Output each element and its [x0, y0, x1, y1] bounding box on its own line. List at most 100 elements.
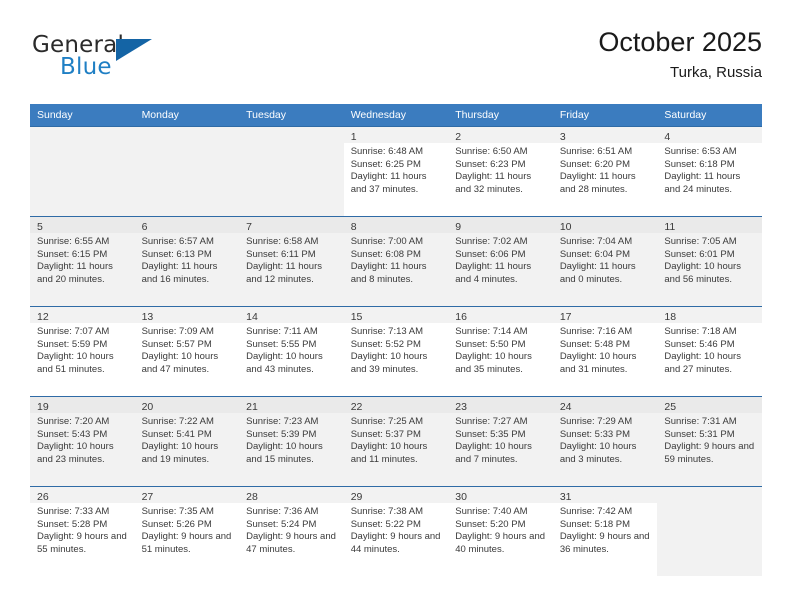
- sunrise-text: Sunrise: 7:14 AM: [455, 326, 528, 337]
- day-details: Sunrise: 7:36 AM Sunset: 5:24 PM Daylight:…: [239, 503, 344, 556]
- day-number-strip: 8: [343, 217, 449, 233]
- day-number: 26: [37, 491, 49, 503]
- daylight-text: Daylight: 11 hours and 12 minutes.: [246, 261, 322, 285]
- calendar-day-cell[interactable]: 18 Sunrise: 7:18 AM Sunset: 5:46 PM Dayligh…: [657, 306, 762, 396]
- sunset-text: Sunset: 5:37 PM: [350, 428, 421, 440]
- calendar-empty-cell: [134, 126, 240, 216]
- sunset-text: Sunset: 6:08 PM: [350, 248, 421, 260]
- day-number-strip: 18: [657, 307, 762, 323]
- brand-name-blue: Blue: [60, 54, 112, 80]
- day-number: 10: [559, 221, 572, 233]
- calendar-day-cell[interactable]: 4 Sunrise: 6:53 AM Sunset: 6:18 PM Daylight…: [657, 126, 762, 216]
- day-details: Sunrise: 7:18 AM Sunset: 5:46 PM Daylight:…: [657, 323, 762, 376]
- day-number-strip: 3: [552, 127, 658, 143]
- calendar-day-cell[interactable]: 15 Sunrise: 7:13 AM Sunset: 5:52 PM Dayligh…: [343, 306, 449, 396]
- general-blue-logo[interactable]: General Blue: [32, 32, 252, 88]
- sunset-text: Sunset: 5:26 PM: [141, 518, 212, 530]
- calendar-day-cell[interactable]: 12 Sunrise: 7:07 AM Sunset: 5:59 PM Dayligh…: [30, 306, 135, 396]
- day-number-strip: 17: [552, 307, 658, 323]
- calendar-empty-cell: [657, 486, 762, 576]
- day-number: 13: [141, 311, 154, 323]
- sunset-text: Sunset: 6:25 PM: [350, 158, 421, 170]
- day-number: 21: [246, 401, 258, 413]
- day-number-strip: 31: [552, 487, 658, 503]
- calendar-day-cell[interactable]: 30 Sunrise: 7:40 AM Sunset: 5:20 PM Dayligh…: [448, 486, 553, 576]
- calendar-day-cell[interactable]: 1 Sunrise: 6:48 AM Sunset: 6:25 PM Daylight…: [343, 126, 449, 216]
- daylight-text: Daylight: 9 hours and 44 minutes.: [350, 531, 441, 555]
- calendar-day-cell[interactable]: 5 Sunrise: 6:55 AM Sunset: 6:15 PM Daylight…: [30, 216, 135, 306]
- sunrise-text: Sunrise: 6:53 AM: [664, 146, 737, 157]
- sunrise-text: Sunrise: 7:40 AM: [455, 506, 528, 517]
- day-details: Sunrise: 6:50 AM Sunset: 6:23 PM Daylight:…: [448, 143, 553, 196]
- calendar-day-cell[interactable]: 31 Sunrise: 7:42 AM Sunset: 5:18 PM Dayligh…: [552, 486, 658, 576]
- sunset-text: Sunset: 5:41 PM: [141, 428, 212, 440]
- calendar-day-cell[interactable]: 14 Sunrise: 7:11 AM Sunset: 5:55 PM Dayligh…: [239, 306, 344, 396]
- sunset-text: Sunset: 5:46 PM: [664, 338, 735, 350]
- day-number-strip: 9: [448, 217, 553, 233]
- calendar-day-cell[interactable]: 29 Sunrise: 7:38 AM Sunset: 5:22 PM Dayligh…: [343, 486, 449, 576]
- calendar-day-cell[interactable]: 9 Sunrise: 7:02 AM Sunset: 6:06 PM Daylight…: [448, 216, 553, 306]
- day-details: Sunrise: 6:57 AM Sunset: 6:13 PM Daylight:…: [135, 233, 240, 286]
- sunset-text: Sunset: 5:59 PM: [37, 338, 108, 350]
- sunset-text: Sunset: 5:43 PM: [37, 428, 108, 440]
- day-details: Sunrise: 7:07 AM Sunset: 5:59 PM Daylight:…: [30, 323, 135, 376]
- calendar-day-cell[interactable]: 25 Sunrise: 7:31 AM Sunset: 5:31 PM Dayligh…: [657, 396, 762, 486]
- day-number-strip: 21: [239, 397, 344, 413]
- calendar-day-cell[interactable]: 23 Sunrise: 7:27 AM Sunset: 5:35 PM Dayligh…: [448, 396, 553, 486]
- day-number: 7: [246, 221, 252, 233]
- calendar-day-cell[interactable]: 26 Sunrise: 7:33 AM Sunset: 5:28 PM Dayligh…: [30, 486, 135, 576]
- sunset-text: Sunset: 5:33 PM: [559, 428, 631, 440]
- calendar-day-cell[interactable]: 6 Sunrise: 6:57 AM Sunset: 6:13 PM Daylight…: [134, 216, 240, 306]
- calendar-day-cell[interactable]: 21 Sunrise: 7:23 AM Sunset: 5:39 PM Dayligh…: [239, 396, 344, 486]
- calendar-empty-cell: [30, 126, 135, 216]
- calendar-day-cell[interactable]: 22 Sunrise: 7:25 AM Sunset: 5:37 PM Dayligh…: [343, 396, 449, 486]
- day-details: Sunrise: 6:51 AM Sunset: 6:20 PM Daylight:…: [553, 143, 658, 196]
- sunset-text: Sunset: 5:20 PM: [455, 518, 526, 530]
- sunrise-text: Sunrise: 7:25 AM: [350, 416, 424, 427]
- sunrise-text: Sunrise: 7:18 AM: [664, 326, 737, 337]
- day-number: 15: [350, 311, 363, 323]
- calendar-day-cell[interactable]: 8 Sunrise: 7:00 AM Sunset: 6:08 PM Daylight…: [343, 216, 449, 306]
- day-number: 5: [37, 221, 43, 233]
- day-number: [135, 127, 240, 131]
- sunset-text: Sunset: 6:20 PM: [559, 158, 631, 170]
- calendar-day-cell[interactable]: 19 Sunrise: 7:20 AM Sunset: 5:43 PM Dayligh…: [30, 396, 135, 486]
- day-number-strip: 23: [448, 397, 553, 413]
- calendar-day-cell[interactable]: 20 Sunrise: 7:22 AM Sunset: 5:41 PM Dayligh…: [134, 396, 240, 486]
- calendar-day-cell[interactable]: 11 Sunrise: 7:05 AM Sunset: 6:01 PM Dayligh…: [657, 216, 762, 306]
- sunset-text: Sunset: 5:39 PM: [246, 428, 317, 440]
- daylight-text: Daylight: 11 hours and 37 minutes.: [350, 171, 427, 195]
- weekday-header-saturday: Saturday: [657, 104, 762, 126]
- day-number: 30: [455, 491, 467, 503]
- daylight-text: Daylight: 11 hours and 4 minutes.: [455, 261, 532, 285]
- sunrise-text: Sunrise: 6:50 AM: [455, 146, 528, 157]
- calendar-day-cell[interactable]: 16 Sunrise: 7:14 AM Sunset: 5:50 PM Dayligh…: [448, 306, 553, 396]
- day-details: Sunrise: 7:16 AM Sunset: 5:48 PM Daylight:…: [553, 323, 658, 376]
- sunrise-text: Sunrise: 7:42 AM: [559, 506, 633, 517]
- calendar-day-cell[interactable]: 7 Sunrise: 6:58 AM Sunset: 6:11 PM Daylight…: [239, 216, 344, 306]
- sunrise-text: Sunrise: 7:02 AM: [455, 236, 528, 247]
- calendar-day-cell[interactable]: 24 Sunrise: 7:29 AM Sunset: 5:33 PM Dayligh…: [552, 396, 658, 486]
- calendar-day-cell[interactable]: 13 Sunrise: 7:09 AM Sunset: 5:57 PM Dayligh…: [134, 306, 240, 396]
- sunrise-text: Sunrise: 7:38 AM: [350, 506, 424, 517]
- day-number: 25: [664, 401, 677, 413]
- calendar-day-cell[interactable]: 27 Sunrise: 7:35 AM Sunset: 5:26 PM Dayligh…: [134, 486, 240, 576]
- calendar-grid: Sunday Monday Tuesday Wednesday Thursday…: [30, 104, 762, 576]
- day-number-strip: 12: [30, 307, 135, 323]
- day-number-strip: 20: [134, 397, 240, 413]
- weekday-header-row: Sunday Monday Tuesday Wednesday Thursday…: [30, 104, 762, 126]
- day-details: Sunrise: 7:04 AM Sunset: 6:04 PM Daylight:…: [553, 233, 658, 286]
- calendar-day-cell[interactable]: 2 Sunrise: 6:50 AM Sunset: 6:23 PM Daylight…: [448, 126, 553, 216]
- day-number: 8: [350, 221, 357, 233]
- day-number: 14: [246, 311, 258, 323]
- calendar-day-cell[interactable]: 28 Sunrise: 7:36 AM Sunset: 5:24 PM Dayligh…: [239, 486, 344, 576]
- daylight-text: Daylight: 9 hours and 59 minutes.: [664, 441, 755, 465]
- calendar-day-cell[interactable]: 3 Sunrise: 6:51 AM Sunset: 6:20 PM Daylight…: [552, 126, 658, 216]
- calendar-day-cell[interactable]: 10 Sunrise: 7:04 AM Sunset: 6:04 PM Dayligh…: [552, 216, 658, 306]
- daylight-text: Daylight: 11 hours and 20 minutes.: [37, 261, 113, 285]
- day-details: Sunrise: 7:11 AM Sunset: 5:55 PM Daylight:…: [239, 323, 344, 376]
- daylight-text: Daylight: 10 hours and 11 minutes.: [350, 441, 428, 465]
- calendar-day-cell[interactable]: 17 Sunrise: 7:16 AM Sunset: 5:48 PM Dayligh…: [552, 306, 658, 396]
- day-number-strip: [30, 127, 135, 143]
- daylight-text: Daylight: 10 hours and 51 minutes.: [37, 351, 114, 375]
